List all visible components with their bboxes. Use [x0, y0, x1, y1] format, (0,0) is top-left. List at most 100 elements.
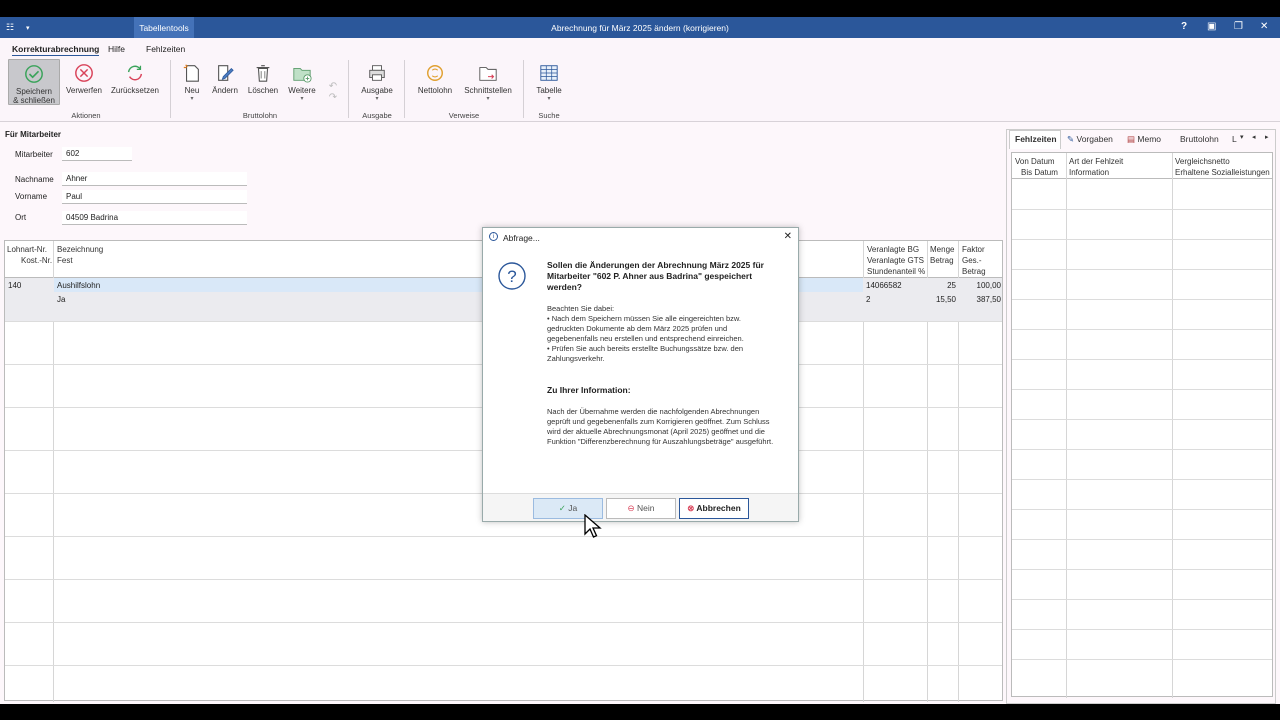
- aendern-button[interactable]: Ändern: [210, 59, 240, 95]
- checkmark-circle-icon: [25, 65, 43, 83]
- mouse-cursor-icon: [584, 514, 602, 538]
- schnittstellen-label: Schnittstellen: [464, 86, 512, 95]
- schnittstellen-dropdown-icon[interactable]: ▾: [462, 95, 514, 102]
- cell-veranlagte-gts: 2: [866, 295, 871, 304]
- reset-arrows-icon: [127, 65, 143, 81]
- tab-truncated[interactable]: L: [1232, 134, 1237, 144]
- ausgabe-button[interactable]: Ausgabe ▾: [358, 59, 396, 102]
- group-suche-label: Suche: [538, 111, 560, 120]
- tab-scroll-left-icon[interactable]: ◂: [1252, 133, 1256, 141]
- vorname-label: Vorname: [15, 192, 48, 201]
- dialog-footer: ✓ Ja ⊖ Nein ⊗ Abbrechen: [483, 493, 798, 521]
- speichern-schliessen-button[interactable]: Speichern & schließen: [8, 59, 60, 105]
- tab-dropdown-icon[interactable]: ▾: [1240, 133, 1244, 141]
- loeschen-label: Löschen: [247, 86, 279, 95]
- neu-button[interactable]: Neu ▾: [180, 59, 204, 102]
- nein-button[interactable]: ⊖ Nein: [606, 498, 676, 519]
- row-divider: [1012, 569, 1272, 570]
- row-divider: [1012, 599, 1272, 600]
- tab-scroll-right-icon[interactable]: ▸: [1265, 133, 1269, 141]
- group-aktionen-label: Aktionen: [71, 111, 101, 120]
- dialog-question: Sollen die Änderungen der Abrechnung Mär…: [547, 260, 764, 292]
- col-lohnart-header[interactable]: Lohnart-Nr. Kost.-Nr.: [7, 244, 52, 266]
- undo-redo-icons[interactable]: ↶ ↷: [326, 59, 340, 103]
- verwerfen-button[interactable]: Verwerfen: [64, 59, 104, 95]
- zuruecksetzen-button[interactable]: Zurücksetzen: [108, 59, 162, 95]
- col-fehlzeit-header[interactable]: Art der Fehlzeit Information: [1069, 156, 1123, 178]
- row-divider: [1012, 539, 1272, 540]
- tab-vorgaben[interactable]: ✎ Vorgaben: [1067, 134, 1113, 145]
- ribbon-separator: [404, 60, 405, 118]
- verwerfen-label: Verwerfen: [65, 86, 103, 95]
- group-verweise-label: Verweise: [448, 111, 480, 120]
- col-faktor-header[interactable]: Faktor Ges.-Betrag: [962, 244, 1002, 277]
- help-button[interactable]: ?: [1181, 21, 1187, 32]
- side-panel: Fehlzeiten ✎ Vorgaben ▤ Memo Bruttolohn …: [1006, 129, 1276, 704]
- dialog-close-icon[interactable]: ✕: [784, 231, 792, 242]
- mitarbeiter-field[interactable]: 602: [62, 147, 132, 161]
- printer-icon: [369, 65, 385, 81]
- neu-label: Neu: [184, 86, 200, 95]
- ort-field[interactable]: 04509 Badrina: [62, 211, 247, 225]
- tab-fehlzeiten[interactable]: Fehlzeiten: [1015, 134, 1057, 144]
- info-heading: Zu Ihrer Information:: [547, 385, 631, 395]
- minus-circle-icon: ⊖: [627, 503, 635, 513]
- tabelle-dropdown-icon[interactable]: ▾: [533, 95, 565, 102]
- maximize-icon[interactable]: ❐: [1234, 21, 1243, 32]
- col-vergleich-header[interactable]: Vergleichsnetto Erhaltene Sozialleistunge…: [1175, 156, 1270, 178]
- ribbon-separator: [348, 60, 349, 118]
- weitere-label: Weitere: [288, 86, 316, 95]
- col-bezeichnung-header[interactable]: Bezeichnung Fest: [57, 244, 103, 266]
- ribbon-separator: [523, 60, 524, 118]
- row-divider: [1012, 509, 1272, 510]
- fehlzeiten-table[interactable]: Von Datum Bis Datum Art der Fehlzeit Infor…: [1011, 152, 1273, 698]
- nettolohn-button[interactable]: Nettolohn: [414, 59, 456, 95]
- abbrechen-button[interactable]: ⊗ Abbrechen: [679, 498, 749, 519]
- row-divider: [1012, 629, 1272, 630]
- ribbon: Speichern & schließen Verwerfen Zurückse…: [0, 56, 1280, 122]
- menu-fehlzeiten[interactable]: Fehlzeiten: [146, 44, 185, 54]
- row-divider: [1012, 299, 1272, 300]
- group-bruttolohn-label: Bruttolohn: [242, 111, 278, 120]
- vorname-field[interactable]: Paul: [62, 190, 247, 204]
- nettolohn-label: Nettolohn: [417, 86, 453, 95]
- loeschen-button[interactable]: Löschen: [246, 59, 280, 95]
- row-divider: [5, 536, 1002, 537]
- window-title: Abrechnung für März 2025 ändern (korrigi…: [551, 23, 729, 33]
- new-document-icon: [183, 64, 199, 82]
- nachname-label: Nachname: [15, 175, 54, 184]
- cell-faktor: 100,00: [976, 281, 1001, 290]
- col-datum-header[interactable]: Von Datum Bis Datum: [1015, 156, 1058, 178]
- ribbon-separator: [170, 60, 171, 118]
- ausgabe-dropdown-icon[interactable]: ▾: [358, 95, 396, 102]
- info-text: Nach der Übernahme werden die nachfolgen…: [547, 407, 774, 446]
- tab-memo[interactable]: ▤ Memo: [1127, 134, 1161, 145]
- nachname-field[interactable]: Ahner: [62, 172, 247, 186]
- memo-icon: ▤: [1127, 134, 1136, 144]
- col-veranlagte-header[interactable]: Veranlagte BG Veranlagte GTS Stundenanteil…: [867, 244, 925, 277]
- weitere-dropdown-icon[interactable]: ▾: [286, 95, 318, 102]
- col-menge-header[interactable]: Menge Betrag: [930, 244, 954, 266]
- folder-add-icon: [293, 68, 312, 83]
- menu-hilfe[interactable]: Hilfe: [108, 44, 125, 54]
- restore-layout-icon[interactable]: ▣: [1207, 21, 1216, 32]
- tab-bruttolohn[interactable]: Bruttolohn: [1180, 134, 1219, 144]
- tabelle-button[interactable]: Tabelle ▾: [533, 59, 565, 102]
- menu-bar: Korrekturabrechnung Hilfe Fehlzeiten: [0, 38, 1280, 57]
- svg-text:?: ?: [507, 267, 516, 286]
- neu-dropdown-icon[interactable]: ▾: [180, 95, 204, 102]
- close-window-icon[interactable]: ✕: [1260, 21, 1268, 32]
- edit-document-icon: [218, 65, 234, 81]
- schnittstellen-button[interactable]: Schnittstellen ▾: [462, 59, 514, 102]
- row-divider: [1012, 449, 1272, 450]
- dialog-title-bar: i Abfrage... ✕: [483, 228, 798, 248]
- cell-bezeichnung: Aushilfslohn: [57, 281, 101, 290]
- zuruecksetzen-label: Zurücksetzen: [110, 86, 160, 95]
- pencil-icon: ✎: [1067, 134, 1075, 144]
- cancel-x-circle-icon: ⊗: [687, 503, 695, 513]
- weitere-button[interactable]: Weitere ▾: [286, 59, 318, 102]
- cell-menge: 25: [947, 281, 956, 290]
- question-icon: ?: [498, 262, 526, 290]
- refresh-coin-icon: [427, 65, 443, 81]
- cell-veranlagte-bg: 14066582: [866, 281, 902, 290]
